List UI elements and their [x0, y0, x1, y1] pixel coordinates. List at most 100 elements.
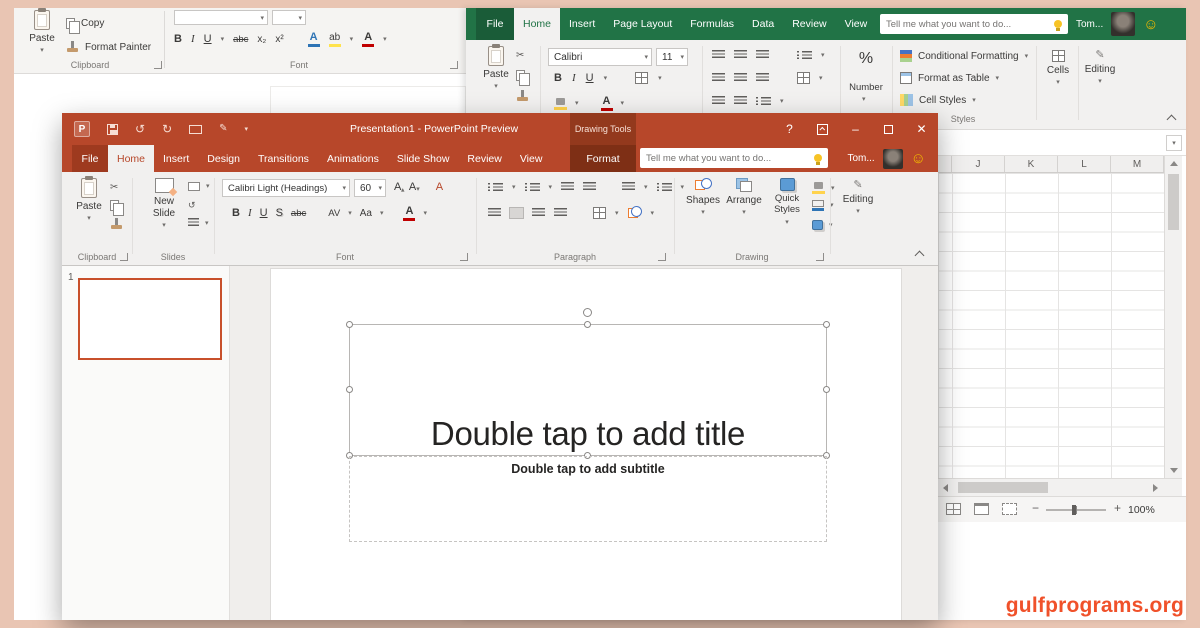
wrap-dropdown-icon[interactable]: ▾ — [780, 98, 784, 105]
zoom-in-button[interactable]: + — [1114, 501, 1121, 515]
column-header-k[interactable]: K — [1005, 156, 1058, 172]
text-direction-icon[interactable] — [657, 182, 672, 192]
excel-tab-page-layout[interactable]: Page Layout — [604, 8, 681, 40]
convert-smartart-icon[interactable] — [628, 206, 642, 220]
change-case-dropdown-icon[interactable]: ▾ — [380, 210, 384, 217]
underline-button[interactable]: U — [204, 34, 212, 45]
rotation-handle[interactable] — [583, 308, 592, 317]
user-name[interactable]: Tom... — [847, 153, 874, 164]
smartart-dropdown-icon[interactable]: ▾ — [651, 210, 655, 217]
conditional-formatting-button[interactable]: Conditional Formatting ▾ — [900, 50, 1028, 62]
merge-dropdown-icon[interactable]: ▾ — [819, 75, 823, 82]
horizontal-scrollbar[interactable] — [938, 478, 1182, 496]
vertical-scroll-thumb[interactable] — [1168, 174, 1179, 230]
character-spacing-button[interactable]: AV — [328, 209, 340, 219]
text-effects-button[interactable]: A — [308, 32, 320, 47]
column-header-partial[interactable] — [938, 156, 952, 172]
undo-icon[interactable]: ↺ — [135, 123, 145, 135]
format-as-table-button[interactable]: Format as Table ▾ — [900, 72, 999, 84]
line-spacing-icon[interactable] — [622, 182, 635, 192]
excel-font-color-button[interactable]: BA — [601, 96, 613, 111]
line-spacing-dropdown-icon[interactable]: ▾ — [644, 184, 648, 191]
excel-grid[interactable] — [938, 173, 1164, 478]
user-name[interactable]: Tom... — [1076, 19, 1103, 30]
font-color-dropdown-icon[interactable]: ▾ — [423, 210, 427, 217]
grow-font-button[interactable]: A▾ — [394, 182, 405, 193]
drawing-dialog-launcher[interactable] — [816, 253, 824, 261]
ppt-tab-home[interactable]: Home — [108, 145, 154, 172]
ppt-tab-animations[interactable]: Animations — [318, 145, 388, 172]
reset-button[interactable]: ↺ — [188, 200, 196, 211]
zoom-level[interactable]: 100% — [1128, 504, 1155, 516]
help-button[interactable]: ? — [773, 113, 806, 145]
editing-button[interactable]: ✎ Editing ▾ — [1080, 50, 1120, 85]
section-button[interactable]: ▾ — [188, 218, 209, 228]
wrap-text-icon[interactable] — [756, 96, 771, 106]
slide-thumbnail-panel[interactable]: 1 — [62, 266, 230, 620]
excel-font-size-combo[interactable]: 11▾ — [656, 48, 688, 66]
scroll-down-arrow-icon[interactable] — [1170, 468, 1178, 473]
collapse-ribbon-chevron-icon[interactable] — [915, 251, 925, 261]
word-format-painter-button[interactable]: Format Painter — [66, 41, 151, 53]
new-slide-button[interactable]: New Slide ▾ — [144, 178, 184, 229]
clipboard-dialog-launcher[interactable] — [120, 253, 128, 261]
justify-icon[interactable] — [554, 208, 567, 218]
scroll-right-arrow-icon[interactable] — [1153, 484, 1158, 492]
resize-handle-ne[interactable] — [823, 321, 830, 328]
indent-decrease-icon[interactable] — [712, 96, 725, 106]
minimize-button[interactable]: – — [839, 113, 872, 145]
bold-button[interactable]: B — [554, 73, 562, 84]
word-font-name-combo[interactable]: ▾ — [174, 10, 268, 25]
excel-font-name-combo[interactable]: Calibri▾ — [548, 48, 652, 66]
font-dialog-launcher[interactable] — [450, 61, 458, 69]
redo-icon[interactable]: ↻ — [162, 123, 172, 135]
cut-button[interactable]: ✂ — [110, 182, 118, 193]
char-spacing-dropdown-icon[interactable]: ▾ — [348, 210, 352, 217]
underline-button[interactable]: U — [260, 208, 268, 219]
cell-styles-button[interactable]: Cell Styles ▾ — [900, 94, 976, 106]
excel-tab-formulas[interactable]: Formulas — [681, 8, 743, 40]
collapse-ribbon-chevron-icon[interactable] — [1167, 115, 1177, 125]
maximize-button[interactable] — [872, 113, 905, 145]
indent-increase-icon[interactable] — [734, 96, 747, 106]
excel-tab-view[interactable]: View — [836, 8, 877, 40]
ppt-tab-transitions[interactable]: Transitions — [249, 145, 318, 172]
strikethrough-button[interactable]: abc — [291, 209, 306, 219]
zoom-slider[interactable] — [1046, 509, 1106, 511]
number-format-label[interactable]: Number — [842, 82, 890, 93]
bullets-dropdown-icon[interactable]: ▾ — [512, 184, 516, 191]
column-header-l[interactable]: L — [1058, 156, 1111, 172]
save-icon[interactable] — [107, 124, 118, 135]
excel-paste-button[interactable]: Paste ▾ — [478, 46, 514, 90]
page-break-view-icon[interactable] — [1002, 503, 1017, 515]
ppt-tab-view[interactable]: View — [511, 145, 552, 172]
ppt-font-color-button[interactable]: A — [403, 206, 415, 221]
ribbon-display-options-button[interactable] — [806, 113, 839, 145]
page-layout-view-icon[interactable] — [974, 503, 989, 515]
cells-button[interactable]: Cells ▾ — [1040, 50, 1076, 86]
shapes-button[interactable]: Shapes ▾ — [684, 178, 722, 216]
user-avatar[interactable] — [883, 149, 903, 169]
decrease-indent-icon[interactable] — [561, 182, 574, 192]
column-header-m[interactable]: M — [1111, 156, 1164, 172]
font-dialog-launcher[interactable] — [460, 253, 468, 261]
numbering-dropdown-icon[interactable]: ▾ — [549, 184, 553, 191]
layout-button[interactable]: ▾ — [188, 182, 210, 191]
excel-tab-insert[interactable]: Insert — [560, 8, 604, 40]
align-right-icon[interactable] — [756, 73, 769, 83]
format-painter-button[interactable] — [516, 90, 529, 102]
column-header-j[interactable]: J — [952, 156, 1005, 172]
italic-button[interactable]: I — [248, 208, 252, 219]
orientation-dropdown-icon[interactable]: ▾ — [821, 52, 825, 59]
ppt-tab-design[interactable]: Design — [198, 145, 249, 172]
resize-handle-e[interactable] — [823, 386, 830, 393]
merge-center-icon[interactable] — [797, 72, 810, 84]
highlight-button[interactable]: ab — [329, 33, 341, 47]
start-slideshow-icon[interactable] — [189, 125, 202, 134]
shape-fill-button[interactable]: ▾ — [812, 182, 835, 194]
pen-icon[interactable]: ✎ — [219, 124, 227, 134]
horizontal-scroll-thumb[interactable] — [958, 482, 1048, 493]
align-center-icon[interactable] — [510, 208, 523, 218]
word-font-size-combo[interactable]: ▾ — [272, 10, 306, 25]
borders-dropdown-icon[interactable]: ▾ — [658, 75, 662, 82]
